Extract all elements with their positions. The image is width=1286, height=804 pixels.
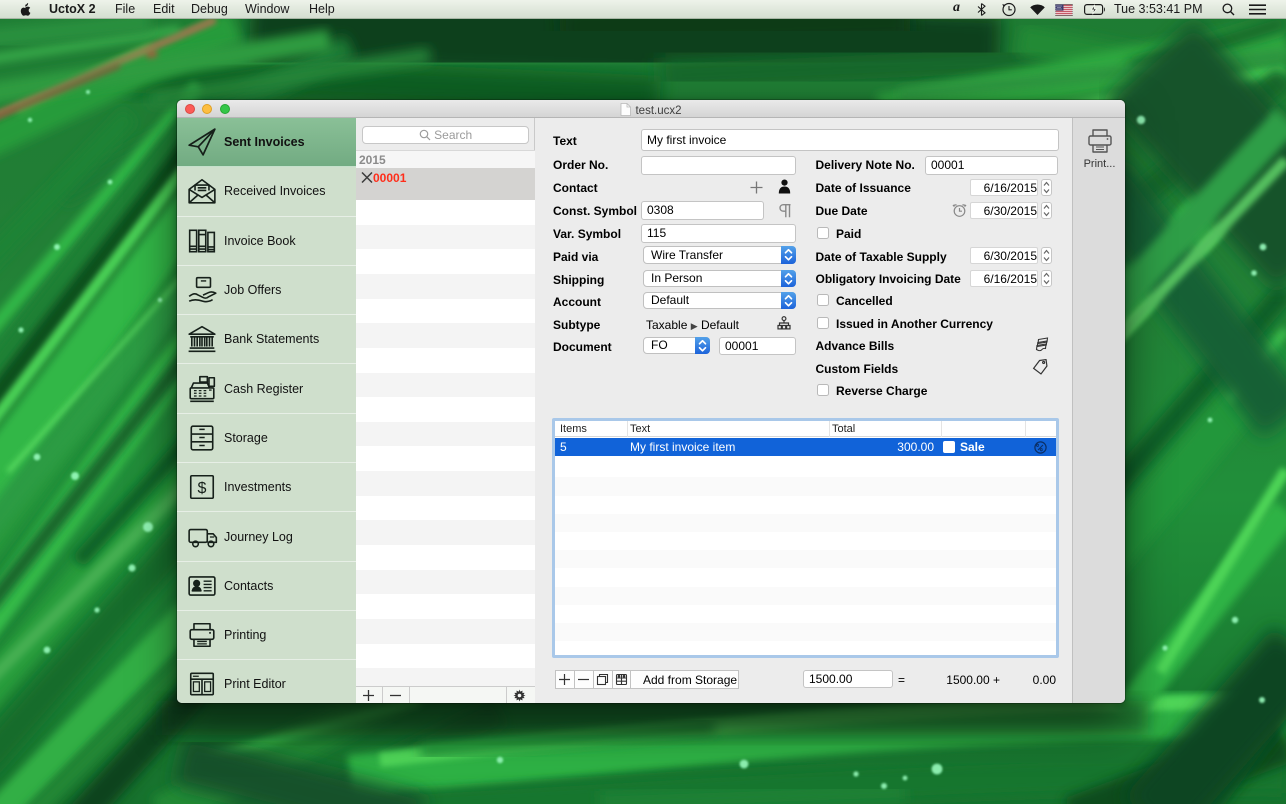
svg-text:$: $ — [198, 479, 207, 497]
